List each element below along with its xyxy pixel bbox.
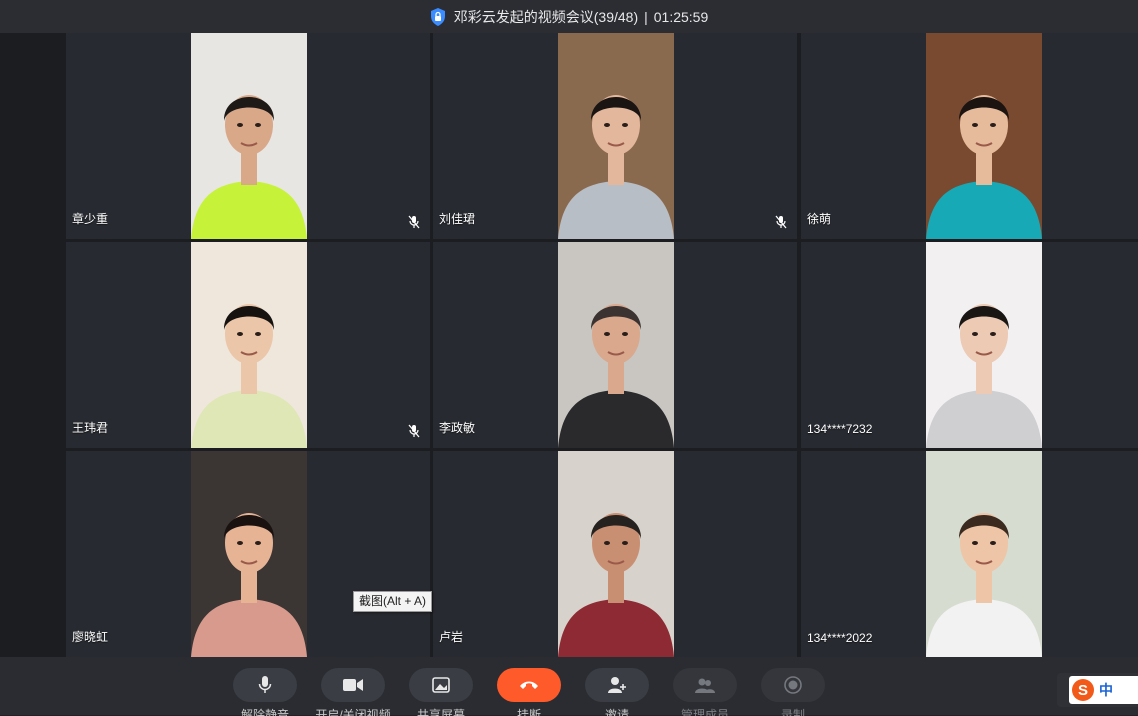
members-icon bbox=[695, 678, 715, 693]
participant-portrait bbox=[558, 242, 674, 448]
participant-name: 刘佳珺 bbox=[439, 212, 476, 226]
meeting-timer: 01:25:59 bbox=[653, 8, 709, 25]
participant-name: 廖晓虹 bbox=[72, 630, 109, 644]
participant-tile[interactable]: 王玮君 bbox=[66, 242, 430, 448]
hang-up-button[interactable] bbox=[497, 668, 561, 702]
participant-video bbox=[558, 451, 674, 657]
video-button[interactable] bbox=[321, 668, 385, 702]
participant-video bbox=[558, 242, 674, 448]
participant-portrait bbox=[926, 242, 1042, 448]
record-button[interactable] bbox=[761, 668, 825, 702]
participant-tile[interactable]: 章少重 bbox=[66, 33, 430, 239]
participant-video bbox=[926, 33, 1042, 239]
moon-icon bbox=[1119, 684, 1125, 696]
participant-video bbox=[191, 242, 307, 448]
participant-tile[interactable]: 卢岩 bbox=[433, 451, 797, 657]
sogou-logo-icon: S bbox=[1072, 679, 1094, 701]
participant-tile[interactable]: 廖晓虹 bbox=[66, 451, 430, 657]
participant-tile[interactable]: 134****2022 bbox=[801, 451, 1138, 657]
participant-video bbox=[926, 242, 1042, 448]
screenshot-tooltip: 截图(Alt + A) bbox=[353, 591, 433, 612]
muted-microphone-icon bbox=[408, 424, 420, 438]
participant-name: 章少重 bbox=[72, 212, 109, 226]
participant-name: 卢岩 bbox=[439, 630, 464, 644]
participant-name: 134****2022 bbox=[807, 631, 873, 645]
participant-portrait bbox=[191, 451, 307, 657]
participant-tile[interactable]: 134****7232 bbox=[801, 242, 1138, 448]
participant-portrait bbox=[558, 33, 674, 239]
participant-name: 134****7232 bbox=[807, 422, 873, 436]
title-bar: 邓彩云发起的视频会议(39/48) | 01:25:59 bbox=[0, 0, 1138, 33]
participant-video bbox=[191, 33, 307, 239]
invite-button[interactable] bbox=[585, 668, 649, 702]
ime-toolbar[interactable]: S 中 bbox=[1069, 676, 1138, 704]
share-screen-button[interactable] bbox=[409, 668, 473, 702]
hang-up-icon bbox=[520, 681, 538, 689]
video-grid: 章少重 刘佳珺 徐萌王玮君 李政敏 134****7232 廖晓虹 卢岩 134****202… bbox=[0, 33, 1138, 657]
meeting-toolbar: 解除静音 开启/关闭视频 共享屏幕 挂断 邀请 管理成员 录制 bbox=[0, 657, 1138, 716]
participant-tile[interactable]: 李政敏 bbox=[433, 242, 797, 448]
muted-microphone-icon bbox=[408, 215, 420, 229]
record-icon bbox=[784, 676, 802, 694]
participant-name: 李政敏 bbox=[439, 421, 476, 435]
screen-share-icon bbox=[432, 677, 450, 693]
participant-portrait bbox=[191, 33, 307, 239]
mute-button[interactable] bbox=[233, 668, 297, 702]
manage-members-button[interactable] bbox=[673, 668, 737, 702]
participant-name: 徐萌 bbox=[807, 212, 832, 226]
video-camera-icon bbox=[343, 679, 363, 691]
muted-microphone-icon bbox=[775, 215, 787, 229]
participant-portrait bbox=[191, 242, 307, 448]
microphone-icon bbox=[258, 676, 272, 693]
participant-name: 王玮君 bbox=[72, 421, 109, 435]
participant-portrait bbox=[926, 451, 1042, 657]
participant-video bbox=[191, 451, 307, 657]
participant-portrait bbox=[926, 33, 1042, 239]
add-user-icon bbox=[608, 677, 626, 693]
shield-icon bbox=[430, 7, 445, 26]
meeting-title: 邓彩云发起的视频会议(39/48) bbox=[453, 8, 639, 25]
ime-mode[interactable]: 中 bbox=[1099, 680, 1113, 700]
participant-video bbox=[558, 33, 674, 239]
participant-tile[interactable]: 徐萌 bbox=[801, 33, 1138, 239]
participant-portrait bbox=[558, 451, 674, 657]
participant-tile[interactable]: 刘佳珺 bbox=[433, 33, 797, 239]
title-separator: | bbox=[644, 8, 648, 25]
participant-video bbox=[926, 451, 1042, 657]
